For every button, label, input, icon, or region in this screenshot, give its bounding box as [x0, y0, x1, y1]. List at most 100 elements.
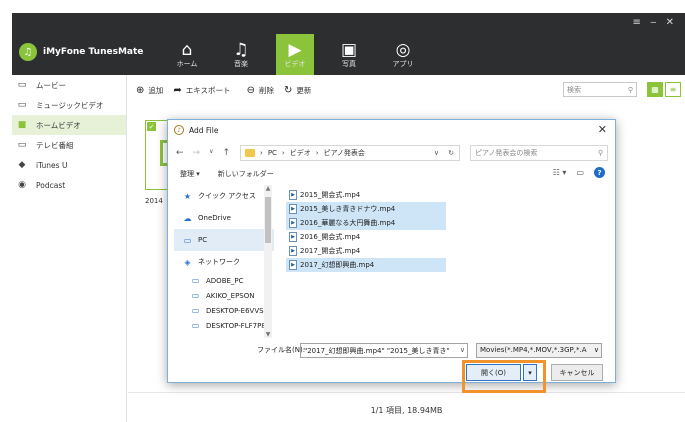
- computer-icon: ▭: [191, 276, 200, 285]
- refresh-icon[interactable]: ↻: [448, 149, 454, 157]
- nav-network-computer[interactable]: ▭ DESKTOP-E6VVS: [174, 303, 274, 318]
- nav-network[interactable]: ◈ ネットワーク: [174, 251, 274, 273]
- sidebar-item-label: ミュージックビデオ: [36, 100, 104, 110]
- breadcrumb-item[interactable]: ピアノ発表会: [324, 148, 365, 158]
- open-dropdown-button[interactable]: ▾: [523, 364, 537, 381]
- tab-photos[interactable]: ▣ 写真: [322, 34, 376, 75]
- view-toggle: ▦ ≡: [647, 82, 681, 97]
- preview-pane-icon[interactable]: ▭: [576, 168, 584, 177]
- list-view-icon[interactable]: ≡: [665, 82, 681, 97]
- delete-button[interactable]: ⊖ 削除: [247, 85, 274, 96]
- file-item[interactable]: ▶ 2015_開会式.mp4: [286, 188, 446, 202]
- scroll-down-icon[interactable]: ▼: [264, 331, 272, 338]
- scrollbar-thumb[interactable]: [265, 197, 271, 243]
- nav-quick-access[interactable]: ★ クイック アクセス: [174, 185, 274, 207]
- filetype-value: Movies(*.MP4,*.MOV,*.3GP,*.A: [480, 346, 587, 354]
- nav-item-label: DESKTOP-E6VVS: [206, 306, 264, 315]
- video-file-icon: ▶: [289, 218, 297, 228]
- scroll-up-icon[interactable]: ▲: [264, 185, 272, 192]
- tab-apps[interactable]: ◎ アプリ: [376, 34, 430, 75]
- nav-network-computer[interactable]: ▭ DESKTOP-FLF7P8: [174, 318, 274, 333]
- new-folder-button[interactable]: 新しいフォルダー: [218, 169, 274, 179]
- sidebar-item-itunes-u[interactable]: ◆ iTunes U: [12, 155, 126, 175]
- nav-item-label: AKIKO_EPSON: [206, 291, 255, 300]
- organize-button[interactable]: 整理 ▾: [180, 169, 200, 179]
- computer-icon: ▭: [191, 291, 200, 300]
- window-controls[interactable]: ≡ ‒ ✕: [633, 17, 677, 28]
- open-button[interactable]: 開く(O): [466, 364, 521, 381]
- sidebar-item-tv-shows[interactable]: ▭ テレビ番組: [12, 135, 126, 155]
- sidebar-item-label: iTunes U: [36, 160, 68, 170]
- up-arrow-icon[interactable]: ↑: [223, 148, 231, 158]
- add-file-dialog: ♪ Add File ✕ ← → ∨ ↑ › PC › ビデオ › ピアノ発表会…: [167, 119, 617, 393]
- sidebar-item-home-videos[interactable]: ■ ホームビデオ: [12, 115, 126, 135]
- app-header: ≡ ‒ ✕ ♫ iMyFone TunesMate ⌂ ホーム ♫ 音楽 ▶ ビ…: [12, 13, 685, 75]
- computer-icon: ▭: [191, 306, 200, 315]
- star-icon: ★: [183, 191, 192, 201]
- view-options-icon[interactable]: ☷ ▾: [553, 168, 567, 177]
- file-item[interactable]: ▶ 2015_美しき青きドナウ.mp4: [286, 202, 446, 216]
- add-button[interactable]: ⊕ 追加: [136, 85, 163, 96]
- help-icon[interactable]: ?: [594, 167, 605, 178]
- export-button[interactable]: ➦ エキスポート: [173, 85, 230, 96]
- cancel-button[interactable]: キャンセル: [551, 364, 603, 381]
- tab-music[interactable]: ♫ 音楽: [214, 34, 268, 75]
- video-icon: ▶: [288, 39, 302, 60]
- export-label: エキスポート: [185, 85, 231, 95]
- sidebar-item-movies[interactable]: ▭ ムービー: [12, 75, 126, 95]
- nav-item-label: PC: [198, 236, 208, 244]
- folder-search-input[interactable]: ピアノ発表会の検索 ⚲: [470, 145, 608, 161]
- music-note-icon: ♫: [19, 43, 37, 61]
- close-icon[interactable]: ✕: [598, 123, 607, 136]
- address-row: ← → ∨ ↑ › PC › ビデオ › ピアノ発表会 ∨ ↻ ピアノ発表会の検…: [168, 142, 617, 164]
- command-bar: 整理 ▾ 新しいフォルダー ☷ ▾ ▭ ?: [168, 165, 617, 183]
- tab-home[interactable]: ⌂ ホーム: [160, 34, 214, 75]
- forward-arrow-icon[interactable]: →: [193, 148, 201, 158]
- sidebar-item-music-videos[interactable]: ▭ ミュージックビデオ: [12, 95, 126, 115]
- nav-tabs: ⌂ ホーム ♫ 音楽 ▶ ビデオ ▣ 写真 ◎ アプリ: [160, 34, 430, 75]
- filename-input[interactable]: "2017_幻想即興曲.mp4" "2015_美しき青き" ∨: [300, 343, 468, 358]
- minus-circle-icon: ⊖: [246, 84, 255, 96]
- file-name: 2017_幻想即興曲.mp4: [300, 261, 375, 269]
- nav-network-computer[interactable]: ▭ AKIKO_EPSON: [174, 288, 274, 303]
- checkbox-checked-icon[interactable]: ✓: [147, 122, 156, 131]
- sidebar-item-label: ムービー: [36, 80, 66, 90]
- chevron-down-icon[interactable]: ∨: [209, 148, 213, 158]
- monitor-icon: ▭: [17, 100, 27, 110]
- nav-onedrive[interactable]: ☁ OneDrive: [174, 207, 274, 229]
- movie-icon: ▭: [17, 80, 27, 90]
- grid-view-icon[interactable]: ▦: [647, 82, 663, 97]
- video-file-icon: ▶: [289, 246, 297, 256]
- back-arrow-icon[interactable]: ←: [176, 148, 184, 158]
- chevron-down-icon[interactable]: ∨: [434, 149, 439, 157]
- search-input[interactable]: 検索 ⚲: [563, 82, 637, 97]
- file-item[interactable]: ▶ 2016_華麗なる大円舞曲.mp4: [286, 216, 446, 230]
- chevron-down-icon[interactable]: ∨: [591, 346, 599, 354]
- chevron-down-icon[interactable]: ∨: [457, 346, 465, 354]
- video-file-icon: ▶: [289, 190, 297, 200]
- file-item[interactable]: ▶ 2016_開会式.mp4: [286, 230, 446, 244]
- dialog-titlebar: ♪ Add File: [168, 120, 615, 140]
- breadcrumb[interactable]: › PC › ビデオ › ピアノ発表会 ∨ ↻: [240, 145, 460, 161]
- sidebar-item-label: ホームビデオ: [36, 120, 81, 130]
- file-item[interactable]: ▶ 2017_幻想即興曲.mp4: [286, 258, 446, 272]
- nav-arrows: ← → ∨ ↑: [168, 148, 246, 158]
- tab-music-label: 音楽: [234, 59, 248, 68]
- add-label: 追加: [148, 85, 164, 95]
- refresh-button[interactable]: ↻ 更新: [284, 85, 311, 96]
- music-icon: ♫: [233, 39, 249, 60]
- breadcrumb-item[interactable]: PC: [268, 149, 277, 157]
- nav-item-label: OneDrive: [198, 214, 231, 222]
- file-name: 2015_開会式.mp4: [300, 191, 361, 199]
- nav-scrollbar[interactable]: ▲ ▼: [264, 185, 272, 338]
- filename-row: ファイル名(N): "2017_幻想即興曲.mp4" "2015_美しき青き" …: [168, 341, 617, 359]
- tab-video[interactable]: ▶ ビデオ: [276, 34, 314, 75]
- nav-pc[interactable]: ▭ PC: [174, 229, 274, 251]
- sidebar-item-podcast[interactable]: ◉ Podcast: [12, 175, 126, 195]
- app-logo-icon: ♪: [174, 125, 184, 135]
- file-list: ▶ 2015_開会式.mp4 ▶ 2015_美しき青きドナウ.mp4 ▶ 201…: [286, 188, 446, 272]
- nav-network-computer[interactable]: ▭ ADOBE_PC: [174, 273, 274, 288]
- file-item[interactable]: ▶ 2017_開会式.mp4: [286, 244, 446, 258]
- filetype-select[interactable]: Movies(*.MP4,*.MOV,*.3GP,*.A ∨: [476, 343, 602, 358]
- breadcrumb-item[interactable]: ビデオ: [290, 148, 311, 158]
